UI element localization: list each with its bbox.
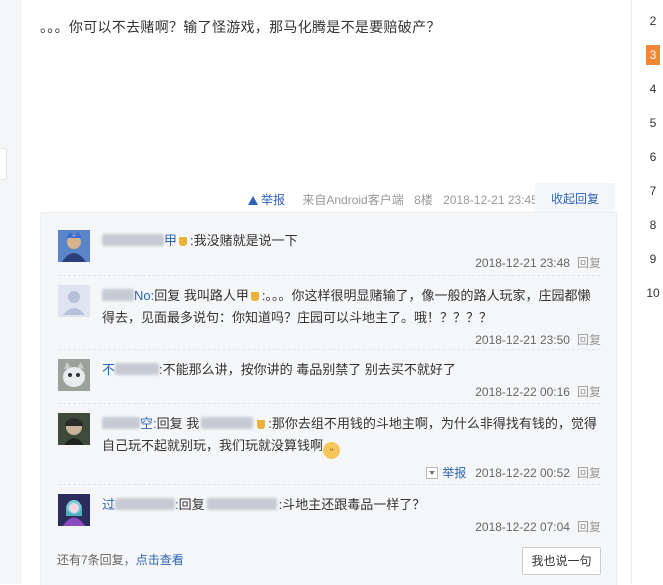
collapse-replies-button[interactable]: 收起回复: [535, 183, 615, 213]
divider: [58, 403, 600, 404]
reply-username[interactable]: 甲: [102, 233, 177, 248]
reply-button[interactable]: 回复: [577, 466, 601, 480]
reply-date: 2018-12-22 07:04: [475, 520, 570, 534]
reply-list: 甲 :我没赌就是说一下 2018-12-21 23:48 回复 No:回复 我叫路人…: [40, 212, 617, 585]
pager-item[interactable]: 5: [643, 113, 663, 133]
blurred-name: [102, 289, 134, 301]
divider: [58, 349, 600, 350]
reply-body-2: :斗地主还跟毒品一样了？: [278, 497, 426, 512]
reply-date: 2018-12-21 23:50: [475, 333, 570, 347]
username-prefix: 过: [102, 497, 116, 512]
reply-text: 过:回复 :斗地主还跟毒品一样了？: [102, 494, 602, 516]
reply-body: 回复 我叫路人甲: [154, 288, 249, 303]
pager-item[interactable]: 2: [643, 11, 663, 31]
reply-button[interactable]: 回复: [577, 385, 601, 399]
reply-button[interactable]: 回复: [577, 520, 601, 534]
post-source: 来自Android客户端: [302, 193, 404, 207]
reply-body: 回复: [178, 497, 205, 512]
blurred-name: [102, 417, 140, 429]
reply-button[interactable]: 回复: [577, 333, 601, 347]
blurred-name: [115, 363, 160, 375]
avatar[interactable]: [58, 285, 90, 317]
post-content: 。。。你可以不去赌啊？输了怪游戏，那马化腾是不是要赔破产？: [40, 19, 441, 35]
avatar[interactable]: [58, 359, 90, 391]
avatar[interactable]: [58, 230, 90, 262]
report-label: 举报: [442, 466, 467, 480]
divider: [58, 484, 600, 485]
reply-meta: 2018-12-22 00:16 回复: [475, 383, 601, 400]
report-link[interactable]: 举报: [442, 466, 466, 480]
username-prefix: 不: [102, 362, 116, 377]
pager-item[interactable]: 10: [643, 283, 663, 303]
blurred-name: [206, 498, 277, 510]
reply-body: :不能那么讲，按你讲的 毒品别禁了 别去买不就好了: [159, 362, 456, 377]
vip-crown-icon: [179, 237, 188, 246]
post-time: 2018-12-21 23:45: [443, 193, 538, 207]
reply-body: 回复 我: [156, 416, 200, 431]
left-gutter: [0, 0, 22, 584]
left-collapse-tab[interactable]: [0, 148, 7, 180]
reply-text: No:回复 我叫路人甲:。。。你这样很明显赌输了，像一般的路人玩家，庄园都懒得去…: [102, 285, 602, 329]
pager-item[interactable]: 7: [643, 181, 663, 201]
reply-date: 2018-12-21 23:48: [475, 256, 570, 270]
reply-username[interactable]: 不: [102, 362, 160, 377]
pager-item[interactable]: 6: [643, 147, 663, 167]
reply-text: 甲 :我没赌就是说一下: [102, 230, 602, 252]
post-floor: 8楼: [414, 193, 433, 207]
reply-username[interactable]: No:: [102, 288, 154, 303]
username-tail: No:: [134, 288, 155, 303]
pager-item[interactable]: 9: [643, 249, 663, 269]
username-tail: 空:: [140, 416, 157, 431]
smug-emoji-icon: ᵕ: [323, 442, 341, 459]
reply-meta: 2018-12-21 23:50 回复: [475, 331, 601, 348]
avatar[interactable]: [58, 413, 90, 445]
vip-crown-icon: [250, 292, 259, 301]
view-more-link[interactable]: 点击查看: [136, 553, 184, 567]
reply-meta: 2018-12-21 23:48 回复: [475, 254, 601, 271]
reply-username[interactable]: 空:: [102, 416, 157, 431]
post-meta: 举报 来自Android客户端 8楼 2018-12-21 23:45: [248, 191, 545, 208]
reply-text: 不 :不能那么讲，按你讲的 毒品别禁了 别去买不就好了: [102, 359, 602, 381]
pager-item-active[interactable]: 3: [646, 45, 660, 65]
reply-button[interactable]: 回复: [577, 256, 601, 270]
username-tail: 甲: [164, 233, 178, 248]
more-replies-text: 还有7条回复，: [57, 553, 136, 567]
blurred-name: [115, 498, 176, 510]
reply-meta: 举报 2018-12-22 00:52 回复: [426, 464, 601, 481]
reply-text: 空:回复 我:那你去组不用钱的斗地主啊，为什么非得找有钱的，觉得自己玩不起就别玩…: [102, 413, 602, 459]
avatar[interactable]: [58, 494, 90, 526]
vip-crown-icon: [257, 420, 266, 429]
right-divider: [631, 0, 632, 584]
reply-too-button[interactable]: 我也说一句: [522, 547, 601, 575]
report-link[interactable]: 举报: [248, 193, 292, 207]
blurred-name: [201, 417, 254, 429]
reply-meta: 2018-12-22 07:04 回复: [475, 518, 601, 535]
more-replies: 还有7条回复，点击查看: [57, 551, 184, 568]
pager-item[interactable]: 8: [643, 215, 663, 235]
reply-date: 2018-12-22 00:16: [475, 385, 570, 399]
blurred-name: [102, 234, 164, 246]
warning-icon: [248, 196, 258, 205]
report-label: 举报: [261, 193, 286, 207]
pager-item[interactable]: 4: [643, 79, 663, 99]
reply-username[interactable]: 过:: [102, 497, 179, 512]
reply-date: 2018-12-22 00:52: [475, 466, 570, 480]
divider: [58, 275, 600, 276]
dropdown-icon[interactable]: [426, 467, 439, 479]
reply-body: :我没赌就是说一下: [190, 233, 298, 248]
